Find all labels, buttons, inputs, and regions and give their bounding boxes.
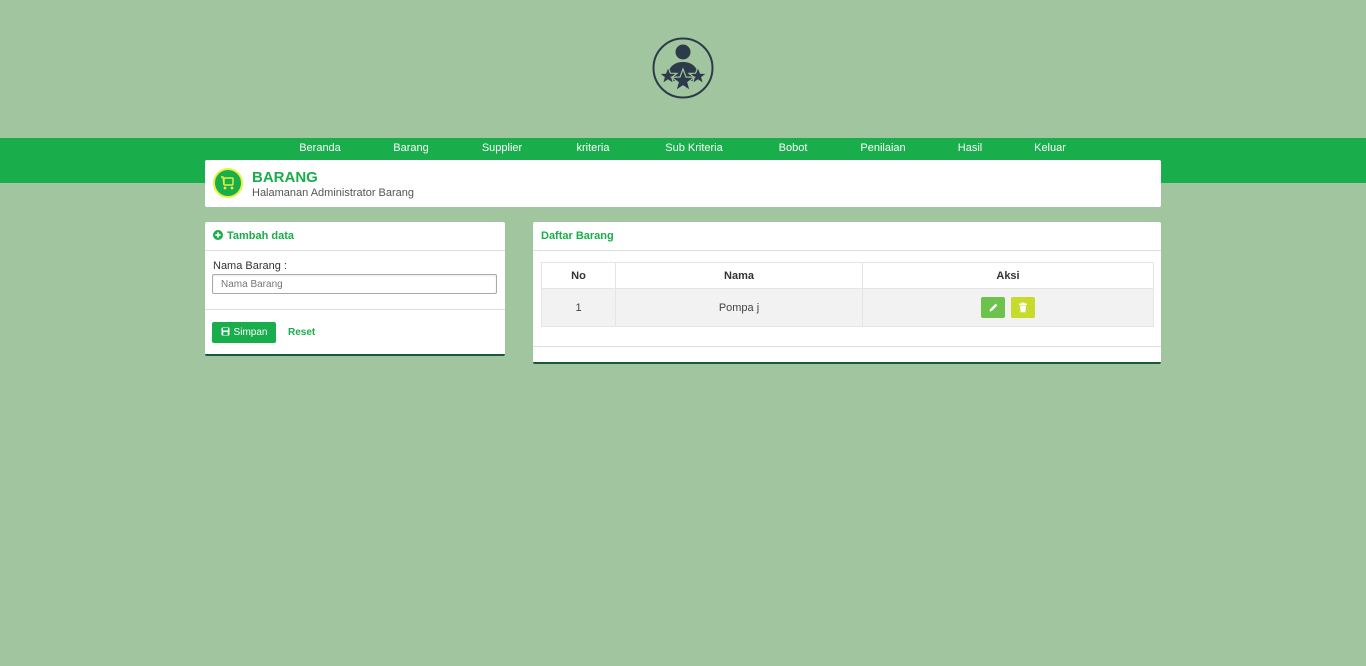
column-header-no: No bbox=[541, 262, 616, 289]
row-actions-cell bbox=[862, 288, 1154, 327]
nav-item-beranda[interactable]: Beranda bbox=[299, 142, 341, 154]
cart-icon bbox=[213, 168, 243, 198]
nama-barang-label: Nama Barang : bbox=[213, 260, 287, 272]
nav-item-keluar[interactable]: Keluar bbox=[1034, 142, 1066, 154]
nav-item-supplier[interactable]: Supplier bbox=[482, 142, 522, 154]
edit-button[interactable] bbox=[981, 297, 1006, 318]
nav-item-barang[interactable]: Barang bbox=[393, 142, 428, 154]
pencil-icon bbox=[989, 303, 998, 312]
save-button-label: Simpan bbox=[233, 327, 268, 338]
nav-item-sub-kriteria[interactable]: Sub Kriteria bbox=[665, 142, 722, 154]
row-no-cell: 1 bbox=[541, 288, 616, 327]
column-header-aksi: Aksi bbox=[862, 262, 1154, 289]
table-header-row: No Nama Aksi bbox=[541, 262, 1154, 289]
user-stars-logo bbox=[652, 37, 714, 99]
divider bbox=[205, 309, 505, 310]
nama-barang-input[interactable] bbox=[212, 274, 497, 294]
add-form-title: Tambah data bbox=[227, 230, 295, 242]
nav-item-hasil[interactable]: Hasil bbox=[958, 142, 982, 154]
item-list-title: Daftar Barang bbox=[541, 230, 614, 242]
trash-icon bbox=[1018, 302, 1027, 313]
column-header-nama: Nama bbox=[615, 262, 863, 289]
item-list-card: Daftar Barang No Nama Aksi 1 Pompa j bbox=[533, 222, 1161, 364]
nav-item-kriteria[interactable]: kriteria bbox=[576, 142, 609, 154]
item-table: No Nama Aksi 1 Pompa j bbox=[541, 262, 1154, 327]
item-list-header: Daftar Barang bbox=[533, 222, 1161, 251]
delete-button[interactable] bbox=[1010, 297, 1035, 318]
save-button[interactable]: Simpan bbox=[212, 322, 276, 343]
floppy-disk-icon bbox=[221, 327, 230, 339]
page-header: BARANG Halamanan Administrator Barang bbox=[205, 160, 1161, 207]
add-form-header: Tambah data bbox=[205, 222, 505, 251]
row-nama-cell: Pompa j bbox=[615, 288, 863, 327]
page-subtitle: Halamanan Administrator Barang bbox=[252, 187, 415, 199]
nav-item-bobot[interactable]: Bobot bbox=[779, 142, 808, 154]
reset-button[interactable]: Reset bbox=[288, 327, 315, 338]
add-form-card: Tambah data Nama Barang : Simpan Reset bbox=[205, 222, 505, 356]
nav-item-penilaian[interactable]: Penilaian bbox=[860, 142, 905, 154]
divider bbox=[533, 346, 1161, 347]
plus-circle-icon bbox=[213, 229, 223, 243]
table-row: 1 Pompa j bbox=[541, 288, 1154, 327]
page-title: BARANG bbox=[252, 169, 318, 186]
